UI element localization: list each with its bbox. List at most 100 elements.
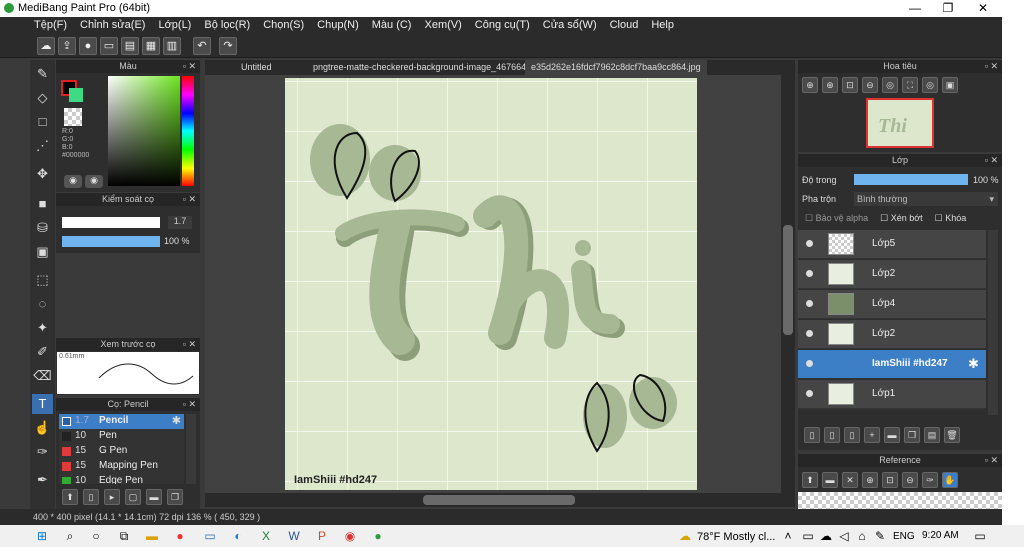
undo-icon[interactable]: ↶: [193, 37, 211, 55]
hand-icon[interactable]: ✋: [942, 472, 958, 488]
minimize-icon[interactable]: —: [900, 0, 930, 17]
new-layer-1bit-icon[interactable]: ▯: [844, 427, 860, 443]
panel-close-icon[interactable]: ▫ ✕: [183, 398, 196, 411]
background-color-swatch[interactable]: [69, 88, 83, 102]
brush-item[interactable]: 15 G Pen: [59, 444, 184, 459]
battery-icon[interactable]: ▭: [798, 527, 818, 545]
merge-layer-icon[interactable]: ▤: [924, 427, 940, 443]
chrome-app-icon[interactable]: ●: [170, 527, 190, 545]
chevron-up-icon[interactable]: ˄: [778, 527, 798, 545]
file-explorer-icon[interactable]: ▬: [142, 527, 162, 545]
pen-icon[interactable]: ✎: [870, 527, 890, 545]
bucket-tool-icon[interactable]: ⛁: [32, 218, 53, 238]
upload-icon[interactable]: ⇪: [58, 37, 76, 55]
brush-size-value[interactable]: 1.7: [168, 216, 192, 229]
layer-row[interactable]: Lớp2: [798, 320, 986, 349]
zoom-in-icon[interactable]: ⊕: [862, 472, 878, 488]
menu-select[interactable]: Chọn(S): [263, 17, 310, 34]
weather-text[interactable]: 78°F Mostly cl...: [697, 531, 775, 543]
gear-icon[interactable]: ✱: [172, 414, 181, 427]
menu-edit[interactable]: Chỉnh sửa(E): [80, 17, 151, 34]
lock-view-icon[interactable]: ▣: [942, 77, 958, 93]
transparent-swatch[interactable]: [64, 108, 82, 126]
tab-active-document[interactable]: e35d262e16fdcf7962c8dcf7baa9cc864.jpg: [525, 60, 707, 75]
brush-item[interactable]: 10 Pen: [59, 429, 184, 444]
chart-icon[interactable]: ▥: [163, 37, 181, 55]
new-layer-8bit-icon[interactable]: ▯: [824, 427, 840, 443]
menu-snap[interactable]: Chụp(N): [317, 17, 365, 34]
layer-row[interactable]: Lớp5: [798, 230, 986, 259]
eye-icon[interactable]: [806, 240, 813, 247]
menu-filter[interactable]: Bộ lọc(R): [204, 17, 256, 34]
add-layer-menu-icon[interactable]: +: [864, 427, 880, 443]
eye-icon[interactable]: [806, 360, 813, 367]
notification-icon[interactable]: ▭: [970, 527, 990, 545]
eyedropper-icon[interactable]: ✑: [922, 472, 938, 488]
folder-icon[interactable]: ▬: [146, 489, 162, 505]
panel-close-icon[interactable]: ▫ ✕: [183, 338, 196, 351]
network-icon[interactable]: ⌂: [852, 527, 872, 545]
task-view-icon[interactable]: ⧉: [114, 527, 134, 545]
text-tool-icon[interactable]: T: [32, 394, 53, 414]
fullscreen-icon[interactable]: ⛶: [902, 77, 918, 93]
grid-page-icon[interactable]: ▦: [142, 37, 160, 55]
select-pen-tool-icon[interactable]: ✐: [32, 342, 53, 362]
gear-icon[interactable]: ✱: [968, 356, 979, 372]
rotate-right-icon[interactable]: ◎: [922, 77, 938, 93]
panel-close-icon[interactable]: ▫ ✕: [985, 60, 998, 73]
rotate-left-icon[interactable]: ◎: [882, 77, 898, 93]
zoom-out-icon[interactable]: ⊖: [902, 472, 918, 488]
search-icon[interactable]: ⌕: [60, 527, 80, 545]
lock-checkbox[interactable]: ☐ Khóa: [935, 213, 967, 224]
panel-close-icon[interactable]: ▫ ✕: [183, 193, 196, 206]
layer-list-scrollbar[interactable]: [988, 230, 998, 415]
horizontal-scroll-thumb[interactable]: [423, 495, 575, 505]
brush-item[interactable]: 10 Edge Pen: [59, 474, 184, 484]
menu-view[interactable]: Xem(V): [424, 17, 467, 34]
eraser-tool-icon[interactable]: ◇: [32, 88, 53, 108]
upload-icon[interactable]: ⬆: [802, 472, 818, 488]
medibang-icon[interactable]: ●: [368, 527, 388, 545]
maximize-icon[interactable]: ❐: [933, 0, 963, 17]
layer-row[interactable]: Lớp4: [798, 290, 986, 319]
magic-wand-tool-icon[interactable]: ✦: [32, 318, 53, 338]
cloud-icon[interactable]: ☁: [37, 37, 55, 55]
drawing-canvas[interactable]: IamShiii #hd247: [285, 78, 697, 490]
new-layer-icon[interactable]: ▯: [804, 427, 820, 443]
add-brush-icon[interactable]: ⬆: [62, 489, 78, 505]
lasso-tool-icon[interactable]: ◌: [32, 294, 53, 314]
brush-list-scrollbar[interactable]: [186, 414, 196, 484]
speech-icon[interactable]: ▭: [100, 37, 118, 55]
open-folder-icon[interactable]: ▬: [822, 472, 838, 488]
menu-window[interactable]: Cửa sổ(W): [543, 17, 603, 34]
fill-rect-tool-icon[interactable]: ■: [32, 194, 53, 214]
clock[interactable]: 9:20 AM: [922, 530, 959, 541]
chrome-icon[interactable]: ◉: [340, 527, 360, 545]
layer-row-selected[interactable]: IamShiii #hd247 ✱: [798, 350, 986, 379]
zoom-in-alt-icon[interactable]: ⊕: [822, 77, 838, 93]
brush-item[interactable]: 1.7 Pencil ✱: [59, 414, 184, 429]
panel-close-icon[interactable]: ▫ ✕: [985, 454, 998, 467]
volume-icon[interactable]: ◁: [834, 527, 854, 545]
tab-pngtree[interactable]: pngtree-matte-checkered-background-image…: [307, 60, 547, 75]
new-brush-icon[interactable]: ▯: [83, 489, 99, 505]
layer-opacity-slider[interactable]: [854, 174, 968, 185]
hue-slider[interactable]: [182, 76, 194, 186]
eye-icon[interactable]: [806, 330, 813, 337]
operation-tool-icon[interactable]: ☝: [32, 418, 53, 438]
menu-file[interactable]: Tệp(F): [34, 17, 73, 34]
menu-layer[interactable]: Lớp(L): [158, 17, 197, 34]
computer-icon[interactable]: ▭: [200, 527, 220, 545]
comment-icon[interactable]: ●: [79, 37, 97, 55]
brush-menu-icon[interactable]: ▸: [104, 489, 120, 505]
brush-tool-icon[interactable]: ✎: [32, 64, 53, 84]
page-icon[interactable]: ▤: [121, 37, 139, 55]
close-icon[interactable]: ✕: [842, 472, 858, 488]
move-tool-icon[interactable]: ✥: [32, 164, 53, 184]
dot-tool-icon[interactable]: ⋰: [32, 136, 53, 156]
hand-pen-tool-icon[interactable]: ✒: [32, 470, 53, 490]
close-icon[interactable]: ✕: [968, 0, 998, 17]
swap-icon[interactable]: ◉: [85, 175, 103, 188]
layer-row[interactable]: Lớp1: [798, 380, 986, 409]
panel-close-icon[interactable]: ▫ ✕: [183, 60, 196, 73]
